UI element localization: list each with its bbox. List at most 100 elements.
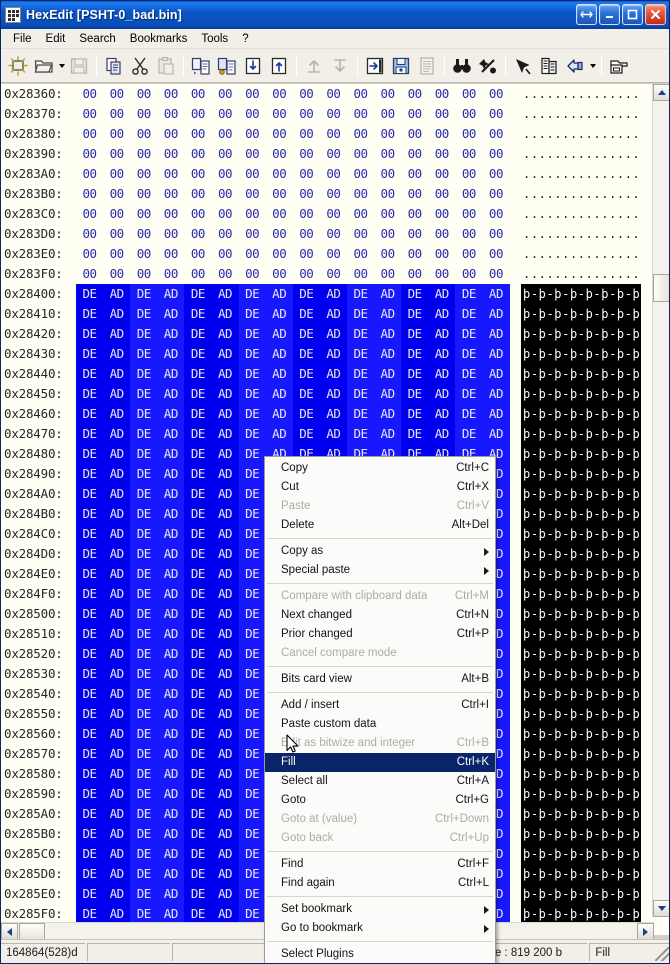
hex-byte[interactable]: AD xyxy=(157,424,185,444)
ascii-column[interactable]: þ-þ-þ-þ-þ-þ-þ-þ- xyxy=(521,284,641,304)
hex-byte[interactable]: AD xyxy=(211,404,239,424)
ascii-column[interactable]: ................ xyxy=(521,184,641,204)
ascii-column[interactable]: þ-þ-þ-þ-þ-þ-þ-þ- xyxy=(521,664,641,684)
hex-byte[interactable]: DE xyxy=(184,804,212,824)
hex-byte[interactable]: DE xyxy=(238,544,266,564)
hex-byte[interactable]: AD xyxy=(211,504,239,524)
hex-byte[interactable]: AD xyxy=(103,504,131,524)
hex-byte[interactable]: 00 xyxy=(157,104,184,124)
hex-byte[interactable]: DE xyxy=(184,744,212,764)
hex-byte[interactable]: DE xyxy=(238,884,266,904)
hex-byte[interactable]: AD xyxy=(211,604,239,624)
hex-byte[interactable]: DE xyxy=(130,384,158,404)
hex-byte[interactable]: DE xyxy=(184,464,212,484)
hex-byte[interactable]: 00 xyxy=(103,204,130,224)
ascii-column[interactable]: þ-þ-þ-þ-þ-þ-þ-þ- xyxy=(521,844,641,864)
hex-byte[interactable]: DE xyxy=(401,304,429,324)
ctx-select-all[interactable]: Select all Ctrl+A xyxy=(265,772,495,791)
hex-byte[interactable]: 00 xyxy=(293,184,320,204)
hex-byte[interactable]: AD xyxy=(157,684,185,704)
hex-byte[interactable]: AD xyxy=(157,364,185,384)
hex-byte[interactable]: DE xyxy=(76,604,104,624)
hex-byte[interactable]: 00 xyxy=(130,184,157,204)
hex-byte[interactable]: 00 xyxy=(347,204,374,224)
ascii-column[interactable]: þ-þ-þ-þ-þ-þ-þ-þ- xyxy=(521,464,641,484)
ascii-column[interactable]: þ-þ-þ-þ-þ-þ-þ-þ- xyxy=(521,384,641,404)
hex-row-bytes[interactable]: 00000000000000000000000000000000 xyxy=(76,204,510,224)
hex-byte[interactable]: 00 xyxy=(455,84,482,104)
hex-row-bytes[interactable]: 00000000000000000000000000000000 xyxy=(76,264,510,284)
hex-byte[interactable]: DE xyxy=(130,824,158,844)
ctx-find-again[interactable]: Find again Ctrl+L xyxy=(265,874,495,893)
hex-byte[interactable]: 00 xyxy=(157,124,184,144)
hex-byte[interactable]: AD xyxy=(103,884,131,904)
hex-byte[interactable]: AD xyxy=(265,404,293,424)
ctx-cut[interactable]: Cut Ctrl+X xyxy=(265,478,495,497)
hex-byte[interactable]: 00 xyxy=(239,244,266,264)
hex-byte[interactable]: AD xyxy=(157,804,185,824)
hex-byte[interactable]: DE xyxy=(455,324,483,344)
hex-byte[interactable]: 00 xyxy=(401,84,428,104)
hex-byte[interactable]: 00 xyxy=(130,164,157,184)
hex-byte[interactable]: AD xyxy=(265,364,293,384)
hex-byte[interactable]: 00 xyxy=(184,244,211,264)
hex-byte[interactable]: AD xyxy=(103,644,131,664)
hex-byte[interactable]: 00 xyxy=(347,104,374,124)
hex-row[interactable]: 0x283D0: 00 00 00 00 00 00 00 00 00 00 00 00 00 00 00 00… xyxy=(1,224,653,244)
hex-byte[interactable]: DE xyxy=(238,444,266,464)
hex-byte[interactable]: 00 xyxy=(76,144,103,164)
hex-byte[interactable]: 00 xyxy=(482,104,509,124)
ascii-column[interactable]: þ-þ-þ-þ-þ-þ-þ-þ- xyxy=(521,324,641,344)
hex-byte[interactable]: DE xyxy=(184,484,212,504)
hex-byte[interactable]: DE xyxy=(76,904,104,924)
hex-byte[interactable]: AD xyxy=(211,864,239,884)
hex-byte[interactable]: DE xyxy=(238,384,266,404)
hex-byte[interactable]: AD xyxy=(265,384,293,404)
hex-byte[interactable]: 00 xyxy=(266,124,293,144)
scroll-down-button[interactable] xyxy=(653,900,669,917)
hex-byte[interactable]: 00 xyxy=(211,84,238,104)
document-lines-button[interactable] xyxy=(415,54,439,78)
hex-byte[interactable]: 00 xyxy=(211,144,238,164)
hex-row-bytes[interactable]: DEADDEADDEADDEADDEADDEADDEADDEAD xyxy=(76,424,510,444)
ascii-column[interactable]: þ-þ-þ-þ-þ-þ-þ-þ- xyxy=(521,304,641,324)
hex-byte[interactable]: DE xyxy=(455,284,483,304)
hex-byte[interactable]: AD xyxy=(157,304,185,324)
hex-byte[interactable]: 00 xyxy=(320,184,347,204)
hex-byte[interactable]: 00 xyxy=(374,264,401,284)
ascii-column[interactable]: þ-þ-þ-þ-þ-þ-þ-þ- xyxy=(521,404,641,424)
hex-byte[interactable]: 00 xyxy=(347,224,374,244)
hex-byte[interactable]: 00 xyxy=(130,244,157,264)
hex-byte[interactable]: DE xyxy=(76,344,104,364)
hex-byte[interactable]: 00 xyxy=(239,124,266,144)
hex-row[interactable]: 0x28370: 00 00 00 00 00 00 00 00 00 00 00 00 00 00 00 00… xyxy=(1,104,653,124)
hex-byte[interactable]: DE xyxy=(76,544,104,564)
hex-byte[interactable]: AD xyxy=(211,804,239,824)
hex-byte[interactable]: DE xyxy=(130,524,158,544)
ctx-copy-as[interactable]: Copy as xyxy=(265,542,495,561)
hex-byte[interactable]: DE xyxy=(455,384,483,404)
hex-byte[interactable]: AD xyxy=(103,484,131,504)
hex-byte[interactable]: 00 xyxy=(374,84,401,104)
hex-byte[interactable]: DE xyxy=(130,284,158,304)
hex-byte[interactable]: 00 xyxy=(184,184,211,204)
hex-byte[interactable]: DE xyxy=(401,324,429,344)
hex-byte[interactable]: AD xyxy=(211,384,239,404)
restore-window-button[interactable] xyxy=(576,4,597,25)
hex-byte[interactable]: DE xyxy=(292,404,320,424)
hex-byte[interactable]: DE xyxy=(76,304,104,324)
hex-byte[interactable]: 00 xyxy=(320,264,347,284)
hex-byte[interactable]: AD xyxy=(157,544,185,564)
hex-byte[interactable]: 00 xyxy=(266,164,293,184)
hex-byte[interactable]: 00 xyxy=(239,224,266,244)
hex-byte[interactable]: AD xyxy=(103,824,131,844)
hex-byte[interactable]: 00 xyxy=(130,104,157,124)
hex-byte[interactable]: DE xyxy=(292,344,320,364)
hex-byte[interactable]: 00 xyxy=(76,244,103,264)
hex-row-bytes[interactable]: 00000000000000000000000000000000 xyxy=(76,244,510,264)
hex-row[interactable]: 0x28390: 00 00 00 00 00 00 00 00 00 00 00 00 00 00 00 00… xyxy=(1,144,653,164)
hex-byte[interactable]: 00 xyxy=(401,204,428,224)
ascii-column[interactable]: þ-þ-þ-þ-þ-þ-þ-þ- xyxy=(521,364,641,384)
hex-byte[interactable]: DE xyxy=(76,424,104,444)
menu-help[interactable]: ? xyxy=(235,31,255,47)
